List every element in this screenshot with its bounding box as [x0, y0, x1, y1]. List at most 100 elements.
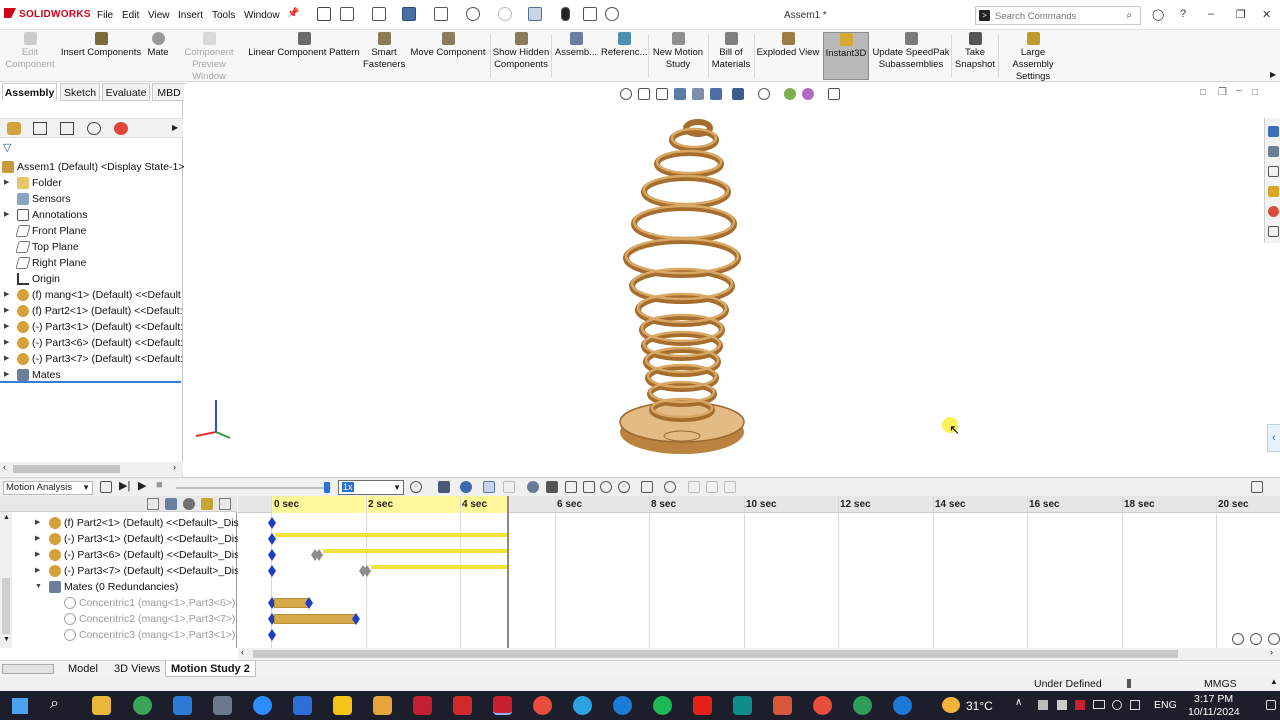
- save-icon[interactable]: [402, 7, 416, 21]
- appearances-icon[interactable]: [1268, 206, 1279, 217]
- take-snapshot-button[interactable]: Take Snapshot: [953, 32, 997, 80]
- edit-component-button[interactable]: Edit Component: [4, 32, 56, 80]
- menu-window[interactable]: Window: [244, 10, 280, 21]
- chevron-up-icon[interactable]: ▲: [1270, 677, 1278, 686]
- previous-view-icon[interactable]: [656, 88, 668, 100]
- notification-icon[interactable]: [1266, 700, 1276, 710]
- solidworks-logo[interactable]: SOLIDWORKS: [4, 8, 91, 20]
- window-restore-icon[interactable]: ❐: [1218, 87, 1227, 98]
- results-plots-icon[interactable]: [641, 481, 653, 493]
- select-icon[interactable]: [528, 7, 542, 21]
- tray-icon[interactable]: [1075, 700, 1085, 710]
- tab-mbd[interactable]: MBD: [152, 83, 186, 101]
- scroll-right-icon[interactable]: ›: [1270, 647, 1273, 657]
- expand-arrow-icon[interactable]: ▶: [4, 287, 9, 303]
- animation-wizard-icon[interactable]: [460, 481, 472, 493]
- bill-of-materials-button[interactable]: Bill of Materials: [710, 32, 752, 80]
- exploded-view-button[interactable]: Exploded View: [756, 32, 820, 80]
- filter-icon[interactable]: [147, 498, 159, 510]
- pin-icon[interactable]: 📌: [287, 8, 299, 19]
- timebar-part3-1[interactable]: [275, 533, 507, 537]
- expand-arrow-icon[interactable]: ▶: [35, 531, 40, 547]
- home-icon[interactable]: [317, 7, 331, 21]
- scrollbar-thumb[interactable]: [253, 650, 1178, 658]
- time-bar-cursor[interactable]: [507, 496, 509, 648]
- arduino-icon[interactable]: [733, 696, 752, 715]
- tab-model[interactable]: Model: [63, 661, 103, 677]
- new-document-icon[interactable]: [340, 7, 354, 21]
- collapse-icon[interactable]: [688, 481, 700, 493]
- hide-show-items-icon[interactable]: [758, 88, 770, 100]
- collapse-arrow-icon[interactable]: ▼: [35, 579, 42, 595]
- minimize-icon[interactable]: –: [1208, 8, 1214, 20]
- motion-timeline[interactable]: 0 sec 2 sec 4 sec 6 sec 8 sec 10 sec 12 …: [238, 496, 1280, 648]
- force-icon[interactable]: [583, 481, 595, 493]
- search-input[interactable]: [995, 9, 1113, 23]
- keyframe-part2-1-start[interactable]: [268, 517, 276, 529]
- driving-icon[interactable]: [183, 498, 195, 510]
- scroll-right-icon[interactable]: ›: [173, 462, 176, 472]
- dimxpert-tab-icon[interactable]: [87, 122, 101, 135]
- motion-study-properties-icon[interactable]: [664, 481, 676, 493]
- search-commands[interactable]: > ⌕: [975, 6, 1141, 25]
- window-maximize-icon[interactable]: □: [1252, 87, 1258, 98]
- motor-icon[interactable]: [527, 481, 539, 493]
- unit-system[interactable]: MMGS: [1204, 678, 1237, 690]
- chevron-up-icon[interactable]: ∧: [1015, 697, 1022, 708]
- zoom-app-icon[interactable]: [253, 696, 272, 715]
- configuration-manager-tab-icon[interactable]: [60, 122, 74, 135]
- gravity-icon[interactable]: [618, 481, 630, 493]
- filter-icon[interactable]: ▽: [3, 141, 11, 154]
- tab-motion-study-2[interactable]: Motion Study 2: [165, 661, 256, 677]
- instant3d-button[interactable]: Instant3D: [823, 32, 869, 80]
- damper-icon[interactable]: [565, 481, 577, 493]
- save-animation-icon[interactable]: [438, 481, 450, 493]
- insert-components-button[interactable]: Insert Components: [59, 32, 143, 80]
- store-icon[interactable]: [173, 696, 192, 715]
- design-library-icon[interactable]: [1268, 146, 1279, 157]
- expand-arrow-icon[interactable]: ▶: [4, 335, 9, 351]
- expand-arrow-icon[interactable]: ▶: [35, 563, 40, 579]
- chrome-profile-icon[interactable]: [853, 696, 872, 715]
- scroll-up-icon[interactable]: ▲: [3, 514, 10, 521]
- horizontal-scrollbar[interactable]: ‹ ›: [0, 462, 183, 476]
- file-properties-icon[interactable]: [583, 7, 597, 21]
- menu-edit[interactable]: Edit: [122, 10, 139, 21]
- close-icon[interactable]: ✕: [1262, 8, 1271, 21]
- solidworks-taskbar-icon[interactable]: [493, 696, 512, 715]
- timebar-part3-6[interactable]: [323, 549, 507, 553]
- menu-file[interactable]: File: [97, 10, 113, 21]
- file-explorer-icon[interactable]: [1268, 166, 1279, 177]
- zoom-to-area-icon[interactable]: [638, 88, 650, 100]
- large-assembly-settings-button[interactable]: Large Assembly Settings: [1000, 32, 1066, 82]
- volume-icon[interactable]: [1130, 700, 1140, 710]
- add-update-key-icon[interactable]: [503, 481, 515, 493]
- component-preview-button[interactable]: Component Preview Window: [174, 32, 244, 82]
- expand-arrow-icon[interactable]: ▶: [4, 175, 9, 191]
- search-icon[interactable]: ⌕: [50, 695, 59, 713]
- calculator-icon[interactable]: [213, 696, 232, 715]
- zoom-to-fit-icon[interactable]: [1268, 633, 1280, 645]
- window-tile-icon[interactable]: □: [1200, 87, 1206, 98]
- chevron-right-icon[interactable]: ▶: [1270, 70, 1276, 79]
- expand-arrow-icon[interactable]: ▶: [4, 207, 9, 223]
- scrollbar-thumb[interactable]: [2, 578, 10, 634]
- zoom-in-icon[interactable]: [1250, 633, 1262, 645]
- contact-icon[interactable]: [600, 481, 612, 493]
- timebar-concentric2[interactable]: [274, 614, 356, 624]
- new-motion-study-button[interactable]: New Motion Study: [650, 32, 706, 80]
- app-icon[interactable]: [773, 696, 792, 715]
- options-gear-icon[interactable]: [605, 7, 619, 21]
- zalo-icon[interactable]: [293, 696, 312, 715]
- rebuild-icon[interactable]: [561, 7, 570, 21]
- update-speedpak-button[interactable]: Update SpeedPak Subassemblies: [872, 32, 950, 80]
- zoom-to-fit-icon[interactable]: [620, 88, 632, 100]
- scroll-left-icon[interactable]: ‹: [3, 462, 6, 472]
- play-from-start-icon[interactable]: ▶|: [119, 479, 130, 492]
- play-icon[interactable]: ▶: [138, 479, 146, 492]
- tab-evaluate[interactable]: Evaluate: [102, 83, 150, 101]
- help-icon[interactable]: ?: [1180, 8, 1186, 20]
- user-icon[interactable]: ◯: [1152, 8, 1164, 21]
- motion-manager-layout-icon[interactable]: [1251, 481, 1263, 493]
- menu-insert[interactable]: Insert: [178, 10, 203, 21]
